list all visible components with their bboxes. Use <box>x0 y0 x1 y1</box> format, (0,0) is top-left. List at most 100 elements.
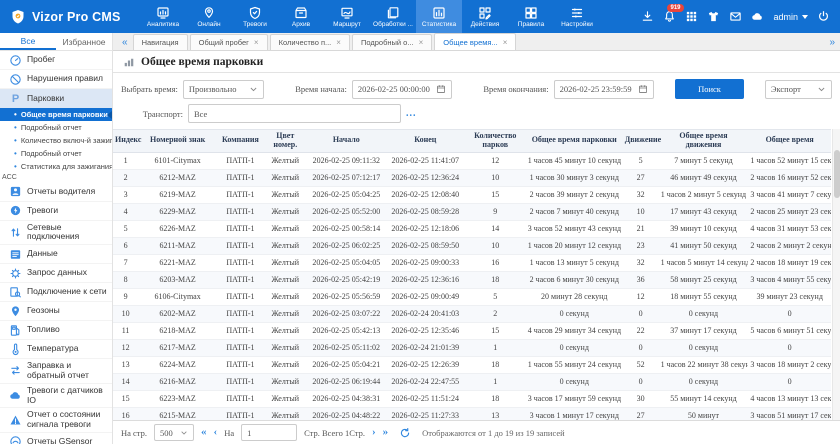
table-row[interactable]: 16101-CitymaxПАТП-1Желтый2026-02-25 09:1… <box>113 152 831 169</box>
vertical-scrollbar[interactable] <box>832 129 840 420</box>
table-row[interactable]: 96106-CitymaxПАТП-1Желтый2026-02-25 05:5… <box>113 288 831 305</box>
tab-scroll-left-icon[interactable]: « <box>117 37 133 50</box>
sidebar-item-mileage[interactable]: Пробег <box>0 51 112 70</box>
transport-input[interactable] <box>194 109 395 119</box>
cloud-icon[interactable] <box>751 10 764 23</box>
tab-4[interactable]: Подробный о...× <box>352 34 432 50</box>
sidebar-item-data[interactable]: Данные <box>0 245 112 264</box>
topmenu-item-statistics[interactable]: Статистика <box>416 0 462 33</box>
apps-grid-icon[interactable] <box>685 10 698 23</box>
first-page-button[interactable]: « <box>201 427 207 438</box>
calendar-icon[interactable] <box>436 84 446 94</box>
search-button[interactable]: Поиск <box>675 79 744 99</box>
per-page-select[interactable]: 500 <box>154 424 194 441</box>
sidebar-item-data-query[interactable]: Запрос данных <box>0 264 112 283</box>
table-cell: 18 минут 55 секунд <box>659 288 749 305</box>
tab-scroll-right-icon[interactable]: » <box>824 37 840 50</box>
mail-icon[interactable] <box>729 10 742 23</box>
tab-3[interactable]: Количество п...× <box>270 34 350 50</box>
table-cell: 13 <box>113 356 138 373</box>
prev-page-button[interactable]: ‹ <box>214 427 218 438</box>
sidebar-subitem-ignition-on-off-count[interactable]: •Количество включ-й зажиг-я <box>0 134 112 147</box>
sidebar-item-driver-reports[interactable]: Отчеты водителя <box>0 183 112 202</box>
topmenu-item-actions[interactable]: Действия <box>462 0 508 33</box>
sidebar-item-gsensor-reports[interactable]: Отчеты GSensor <box>0 433 112 444</box>
close-icon[interactable]: × <box>419 38 424 47</box>
table-row[interactable]: 56226-MAZПАТП-1Желтый2026-02-25 00:58:14… <box>113 220 831 237</box>
export-dropdown[interactable]: Экспорт <box>765 80 832 99</box>
notifications-icon[interactable]: 919 <box>663 10 676 23</box>
table-row[interactable]: 26212-MAZПАТП-1Желтый2026-02-25 07:12:17… <box>113 169 831 186</box>
sidebar-tab-all[interactable]: Все <box>0 33 56 50</box>
refresh-icon[interactable] <box>399 427 411 439</box>
close-icon[interactable]: × <box>503 38 508 47</box>
start-time-input[interactable] <box>358 84 433 94</box>
table-cell: 1 часов 22 минут 38 секунд <box>659 356 749 373</box>
transport-more-button[interactable]: ... <box>406 108 417 119</box>
sidebar-item-rule-violations[interactable]: Нарушения правил <box>0 70 112 89</box>
table-cell: 3 <box>113 186 138 203</box>
end-time-input[interactable] <box>560 84 635 94</box>
sidebar-item-network-connections[interactable]: Сетевые подключения <box>0 221 112 246</box>
next-page-button[interactable]: › <box>372 427 376 438</box>
topmenu-item-route[interactable]: Маршрут <box>324 0 370 33</box>
table-row[interactable]: 46229-MAZПАТП-1Желтый2026-02-25 05:52:00… <box>113 203 831 220</box>
sidebar-subitem-parking-total-time[interactable]: •Общее время парковки <box>0 108 112 121</box>
topmenu-item-processing[interactable]: Обработки ... <box>370 0 416 33</box>
table-cell: Желтый <box>264 254 307 271</box>
table-cell: 18 <box>465 356 526 373</box>
export-label: Экспорт <box>771 84 801 94</box>
user-menu[interactable]: admin <box>773 12 808 22</box>
close-icon[interactable]: × <box>254 38 259 47</box>
table-cell: ПАТП-1 <box>217 237 264 254</box>
topmenu-item-analytics[interactable]: Аналитика <box>140 0 186 33</box>
topmenu-item-archive[interactable]: Архив <box>278 0 324 33</box>
sidebar-item-network-connect[interactable]: Подключение к сети <box>0 283 112 302</box>
power-icon[interactable] <box>817 10 830 23</box>
tab-2[interactable]: Общий пробег× <box>190 34 268 50</box>
topmenu-item-alarms[interactable]: Тревоги <box>232 0 278 33</box>
tab-1[interactable]: Навигация <box>133 34 188 50</box>
table-row[interactable]: 156223-MAZПАТП-1Желтый2026-02-25 04:38:3… <box>113 390 831 407</box>
sidebar-item-alarm-status-report[interactable]: Отчет о состоянии сигнала тревоги <box>0 408 112 433</box>
table-row[interactable]: 166215-MAZПАТП-1Желтый2026-02-25 04:48:2… <box>113 407 831 420</box>
table-row[interactable]: 136224-MAZПАТП-1Желтый2026-02-25 05:04:2… <box>113 356 831 373</box>
topmenu-item-settings[interactable]: Настройки <box>554 0 600 33</box>
select-time-dropdown[interactable]: Произвольно <box>183 80 264 99</box>
sidebar-item-fuel[interactable]: Топливо <box>0 321 112 340</box>
sidebar-subitem-ignition-detail-report[interactable]: •Подробный отчет <box>0 147 112 160</box>
calendar-icon[interactable] <box>638 84 648 94</box>
transport-field <box>188 104 401 123</box>
close-icon[interactable]: × <box>336 38 341 47</box>
table-cell: 3 часов 41 минут 7 секунд <box>748 186 831 203</box>
sidebar-item-alarms[interactable]: Тревоги <box>0 202 112 221</box>
topmenu-item-online[interactable]: Онлайн <box>186 0 232 33</box>
parking-icon: P <box>9 92 22 105</box>
page-number-input[interactable] <box>247 428 291 438</box>
sidebar-item-refuel-report[interactable]: Заправка и обратный отчет <box>0 359 112 384</box>
topmenu-item-rules[interactable]: Правила <box>508 0 554 33</box>
table-row[interactable]: 126217-MAZПАТП-1Желтый2026-02-25 05:11:0… <box>113 339 831 356</box>
sidebar-tab-favorites[interactable]: Избранное <box>56 33 112 50</box>
table-row[interactable]: 116218-MAZПАТП-1Желтый2026-02-25 05:42:1… <box>113 322 831 339</box>
download-icon[interactable] <box>641 10 654 23</box>
table-row[interactable]: 106202-MAZПАТП-1Желтый2026-02-25 03:07:2… <box>113 305 831 322</box>
sidebar-item-geofences[interactable]: Геозоны <box>0 302 112 321</box>
scrollbar-thumb[interactable] <box>834 150 840 198</box>
table-row[interactable]: 86203-MAZПАТП-1Желтый2026-02-25 05:42:19… <box>113 271 831 288</box>
table-row[interactable]: 66211-MAZПАТП-1Желтый2026-02-25 06:02:25… <box>113 237 831 254</box>
sidebar-subitem-ignition-statistics[interactable]: •Статистика для зажигания <box>0 160 112 173</box>
table-row[interactable]: 76221-MAZПАТП-1Желтый2026-02-25 05:04:05… <box>113 254 831 271</box>
table-cell: ПАТП-1 <box>217 186 264 203</box>
table-row[interactable]: 36219-MAZПАТП-1Желтый2026-02-25 05:04:25… <box>113 186 831 203</box>
per-page-value: 500 <box>160 428 173 438</box>
sidebar-item-io-sensor-alarms[interactable]: Тревоги с датчиков IO <box>0 384 112 409</box>
last-page-button[interactable]: » <box>383 427 389 438</box>
sidebar-item-temperature[interactable]: Температура <box>0 340 112 359</box>
shirt-icon[interactable] <box>707 10 720 23</box>
tab-5[interactable]: Общее время...× <box>434 33 516 50</box>
table-row[interactable]: 146216-MAZПАТП-1Желтый2026-02-25 06:19:4… <box>113 373 831 390</box>
sidebar-item-parking[interactable]: PПарковки <box>0 89 112 108</box>
sidebar-subitem-parking-detail-report[interactable]: •Подробный отчет <box>0 121 112 134</box>
sidebar-item-acc[interactable]: ACC <box>0 173 112 183</box>
